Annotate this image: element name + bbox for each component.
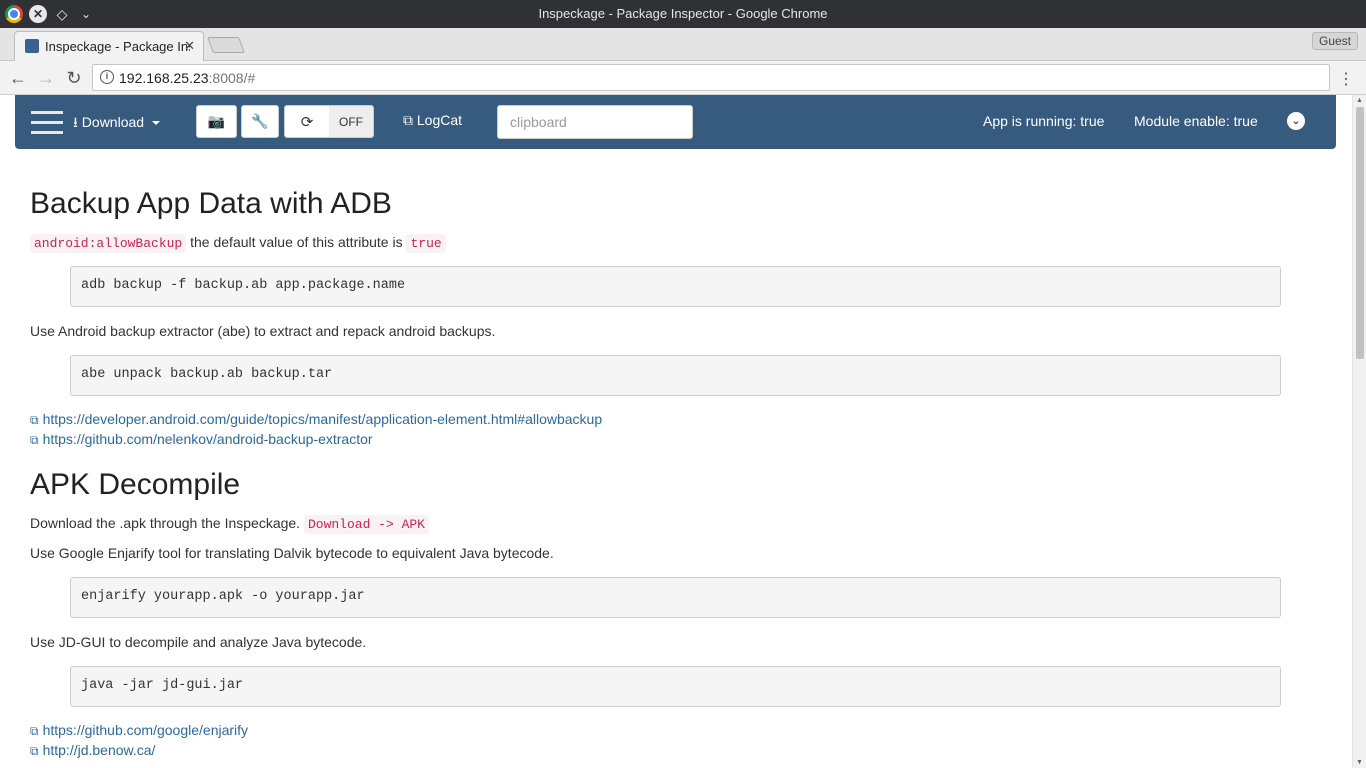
clipboard-input[interactable] (497, 105, 693, 139)
inline-code: android:allowBackup (30, 234, 187, 253)
external-link-icon: ⧉ (403, 112, 413, 128)
caret-down-icon (151, 121, 160, 126)
logcat-link[interactable]: ⧉ LogCat (403, 112, 462, 129)
url-text[interactable]: 192.168.25.23:8008/# (119, 70, 255, 86)
app-navbar: ⭳ Download 📷 🔧 ⟳ OFF ⧉ LogCat App is run… (15, 95, 1336, 149)
download-apk-text: Download the .apk through the Inspeckage… (30, 513, 429, 535)
vertical-scrollbar[interactable]: ▲ ▼ (1352, 95, 1366, 768)
reload-icon[interactable]: ↻ (64, 68, 84, 88)
code-block: adb backup -f backup.ab app.package.name (70, 266, 1281, 307)
menu-icon[interactable]: ⋮ (1338, 69, 1354, 89)
chevron-down-circle-icon[interactable]: ⌄ (1287, 112, 1305, 130)
scroll-up-icon[interactable]: ▲ (1356, 97, 1363, 104)
link-backup-extractor[interactable]: ⧉ https://github.com/nelenkov/android-bac… (30, 431, 373, 448)
scroll-down-icon[interactable]: ▼ (1356, 759, 1363, 766)
new-tab-button[interactable] (207, 37, 245, 53)
forward-icon[interactable]: → (36, 68, 56, 88)
code-block: java -jar jd-gui.jar (70, 666, 1281, 707)
profile-button[interactable]: Guest (1311, 32, 1358, 50)
section-heading-decompile: APK Decompile (30, 468, 241, 501)
screenshot-button[interactable]: 📷 (196, 105, 237, 138)
download-label: Download (81, 114, 145, 130)
camera-icon: 📷 (207, 113, 226, 129)
wrench-icon: 🔧 (251, 113, 269, 129)
app-running-status: App is running: true (983, 113, 1105, 129)
link-allowbackup-docs[interactable]: ⧉ https://developer.android.com/guide/top… (30, 411, 602, 428)
inline-code: Download -> APK (303, 515, 429, 534)
auto-refresh-toggle[interactable]: ⟳ OFF (284, 105, 374, 138)
inline-code: true (406, 234, 446, 253)
section-heading-backup: Backup App Data with ADB (30, 187, 392, 220)
link-enjarify[interactable]: ⧉ https://github.com/google/enjarify (30, 722, 248, 739)
allowbackup-text: android:allowBackup the default value of… (30, 232, 446, 254)
external-link-icon: ⧉ (30, 433, 39, 447)
external-link-icon: ⧉ (30, 413, 39, 427)
back-icon[interactable]: ← (8, 68, 28, 88)
download-icon: ⭳ (73, 114, 78, 130)
paragraph: Use JD-GUI to decompile and analyze Java… (30, 634, 367, 650)
info-icon[interactable]: i (100, 70, 114, 84)
settings-button[interactable]: 🔧 (241, 105, 279, 138)
external-link-icon: ⧉ (30, 744, 39, 758)
window-title: Inspeckage - Package Inspector - Google … (538, 6, 828, 21)
paragraph: Use Google Enjarify tool for translating… (30, 545, 554, 561)
favicon-icon (25, 39, 39, 53)
tab-inspeckage[interactable]: Inspeckage - Package Inspector ✕ (14, 31, 204, 61)
external-link-icon: ⧉ (30, 724, 39, 738)
address-bar[interactable]: i 192.168.25.23:8008/# (92, 64, 1330, 91)
paragraph: Use Android backup extractor (abe) to ex… (30, 323, 496, 339)
hamburger-icon[interactable] (31, 111, 63, 134)
page-viewport: ⭳ Download 📷 🔧 ⟳ OFF ⧉ LogCat App is run… (0, 95, 1352, 768)
code-block: enjarify yourapp.apk -o yourapp.jar (70, 577, 1281, 618)
window-titlebar: ✕ ◇ ⌄ Inspeckage - Package Inspector - G… (0, 0, 1366, 28)
code-block: abe unpack backup.ab backup.tar (70, 355, 1281, 396)
logcat-label: LogCat (416, 112, 463, 128)
link-jd-gui[interactable]: ⧉ http://jd.benow.ca/ (30, 742, 155, 759)
module-enable-status: Module enable: true (1134, 113, 1258, 129)
toggle-state: OFF (329, 106, 373, 137)
tab-close-icon[interactable]: ✕ (184, 38, 195, 54)
browser-toolbar: ← → ↻ i 192.168.25.23:8008/# ⋮ (0, 61, 1366, 95)
tab-strip: Inspeckage - Package Inspector ✕ Guest (0, 28, 1366, 61)
scrollbar-thumb[interactable] (1356, 107, 1364, 359)
download-dropdown[interactable]: ⭳ Download (73, 112, 160, 136)
tab-title: Inspeckage - Package Inspector (45, 39, 190, 54)
refresh-icon: ⟳ (285, 106, 329, 137)
